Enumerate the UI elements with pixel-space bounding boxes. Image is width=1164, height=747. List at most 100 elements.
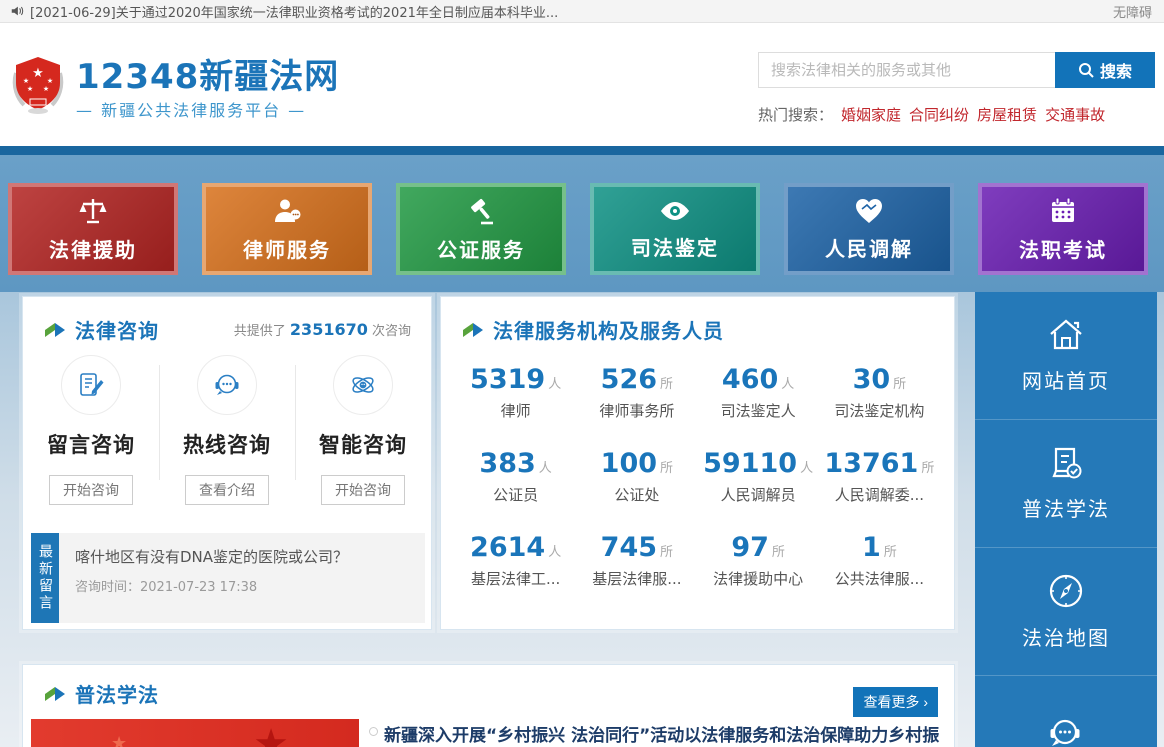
header-divider: [0, 146, 1164, 155]
hot-link-contract[interactable]: 合同纠纷: [909, 104, 969, 125]
ai-robot-icon: [333, 355, 393, 415]
search-input[interactable]: [758, 52, 1055, 88]
stat-legal-aid-centers: 97所法律援助中心: [698, 532, 819, 589]
timeline-dot: [369, 727, 378, 736]
hot-link-traffic[interactable]: 交通事故: [1045, 104, 1105, 125]
law-study-card: 普法学法 查看更多 › ★ ★ 新疆深入开展“乡村振兴 法治同行”活动以法律服务…: [22, 664, 955, 747]
hotline-headset-icon: [197, 355, 257, 415]
announcement-link[interactable]: [2021-06-29]关于通过2020年国家统一法律职业资格考试的2021年全…: [30, 2, 1113, 21]
justice-emblem-logo: ★ ★ ★ ★ ★: [8, 53, 68, 115]
sidebar-item-law-map[interactable]: 法治地图: [975, 548, 1157, 676]
tile-label: 公证服务: [437, 234, 525, 263]
stat-appraisers: 460人司法鉴定人: [698, 364, 819, 421]
page: [2021-06-29]关于通过2020年国家统一法律职业资格考试的2021年全…: [0, 0, 1164, 747]
ribbon-icon: [43, 321, 67, 339]
sidebar-item-label: 普法学法: [1022, 493, 1110, 522]
hotline-icon: [1046, 716, 1086, 747]
scales-icon: [78, 196, 108, 226]
site-title: 12348新疆法网: [76, 49, 339, 98]
svg-text:★: ★: [43, 85, 49, 93]
message-pen-icon: [61, 355, 121, 415]
sidebar-item-home[interactable]: 网站首页: [975, 292, 1157, 420]
service-band: 法律援助 律师服务 公证服务 司法鉴定: [0, 155, 1164, 292]
svg-text:★: ★: [32, 66, 44, 81]
sidebar-item-label: 网站首页: [1022, 365, 1110, 394]
tile-legal-aid[interactable]: 法律援助: [8, 183, 178, 275]
law-study-title: 普法学法: [75, 679, 159, 708]
sidebar-item-hotline[interactable]: [975, 676, 1157, 747]
channel-message: 留言咨询 开始咨询: [23, 355, 159, 505]
hot-search-label: 热门搜索：: [758, 104, 833, 125]
latest-message-body: 喀什地区有没有DNA鉴定的医院或公司？ 咨询时间：2021-07-23 17:3…: [59, 533, 425, 623]
lawyer-icon: [272, 196, 302, 226]
latest-question: 喀什地区有没有DNA鉴定的医院或公司？: [75, 546, 409, 567]
channel-hotline: 热线咨询 查看介绍: [159, 355, 295, 505]
star-decoration: ★: [111, 733, 127, 747]
news-thumbnail[interactable]: ★ ★: [31, 719, 359, 747]
law-study-header: 普法学法: [23, 665, 954, 708]
tile-label: 司法鉴定: [631, 232, 719, 261]
channel-label: 智能咨询: [319, 429, 407, 459]
latest-message-tab: 最新留言: [31, 533, 59, 623]
ribbon-icon: [461, 321, 485, 339]
stat-mediation-committees: 13761所人民调解委...: [819, 448, 940, 505]
view-hotline-intro-button[interactable]: 查看介绍: [185, 475, 269, 505]
handshake-icon: [854, 197, 884, 225]
star-decoration: ★: [253, 721, 289, 747]
org-stats-card: 法律服务机构及服务人员 5319人律师 526所律师事务所 460人司法鉴定人 …: [440, 296, 955, 630]
tile-law-exam[interactable]: 法职考试: [978, 183, 1148, 275]
tile-label: 人民调解: [825, 233, 913, 262]
stat-mediators: 59110人人民调解员: [698, 448, 819, 505]
channel-label: 热线咨询: [183, 429, 271, 459]
stat-notaries: 383人公证员: [455, 448, 576, 505]
stat-grassroots-workers: 2614人基层法律工...: [455, 532, 576, 589]
svg-text:★: ★: [47, 77, 53, 85]
search-button[interactable]: 搜索: [1055, 52, 1155, 88]
news-row: ★ ★ 新疆深入开展“乡村振兴 法治同行”活动以法律服务和法治保障助力乡村振兴: [31, 719, 944, 747]
tile-people-mediation[interactable]: 人民调解: [784, 183, 954, 275]
consultation-count-number: 2351670: [290, 320, 368, 339]
svg-text:★: ★: [23, 77, 29, 85]
stat-law-firms: 526所律师事务所: [576, 364, 697, 421]
announcement-bar: [2021-06-29]关于通过2020年国家统一法律职业资格考试的2021年全…: [0, 0, 1164, 23]
speaker-icon: [10, 4, 24, 18]
search-bar: 搜索: [758, 52, 1155, 88]
stats-grid: 5319人律师 526所律师事务所 460人司法鉴定人 30所司法鉴定机构 38…: [441, 344, 954, 589]
latest-time: 咨询时间：2021-07-23 17:38: [75, 576, 409, 595]
accessibility-toggle[interactable]: 无障碍: [1113, 2, 1152, 21]
site-header: ★ ★ ★ ★ ★ 12348新疆法网 — 新疆公共法律服务平台 — 搜索 热门…: [0, 23, 1164, 146]
site-subtitle: — 新疆公共法律服务平台 —: [76, 97, 306, 121]
channel-label: 留言咨询: [47, 429, 135, 459]
news-title-link[interactable]: 新疆深入开展“乡村振兴 法治同行”活动以法律服务和法治保障助力乡村振兴: [384, 721, 944, 747]
hot-search-row: 热门搜索： 婚姻家庭 合同纠纷 房屋租赁 交通事故: [758, 104, 1105, 125]
org-stats-header: 法律服务机构及服务人员: [441, 297, 954, 344]
stat-grassroots-offices: 745所基层法律服...: [576, 532, 697, 589]
tile-label: 法职考试: [1019, 234, 1107, 263]
home-icon: [1047, 317, 1085, 353]
view-more-button[interactable]: 查看更多 ›: [853, 687, 938, 717]
tile-notary-service[interactable]: 公证服务: [396, 183, 566, 275]
sidebar-item-law-study[interactable]: 普法学法: [975, 420, 1157, 548]
eye-icon: [659, 198, 691, 224]
consultation-count: 共提供了 2351670 次咨询: [234, 320, 411, 339]
tile-label: 法律援助: [49, 234, 137, 263]
hot-link-marriage[interactable]: 婚姻家庭: [841, 104, 901, 125]
ribbon-icon: [43, 685, 67, 703]
legal-consultation-card: 法律咨询 共提供了 2351670 次咨询 留言咨询 开始咨询 热线咨询 查看介…: [22, 296, 432, 630]
tile-judicial-appraisal[interactable]: 司法鉴定: [590, 183, 760, 275]
start-message-consult-button[interactable]: 开始咨询: [49, 475, 133, 505]
start-smart-consult-button[interactable]: 开始咨询: [321, 475, 405, 505]
consultation-header: 法律咨询 共提供了 2351670 次咨询: [23, 297, 431, 344]
sidebar-item-label: 法治地图: [1022, 622, 1110, 651]
compass-icon: [1047, 572, 1085, 610]
service-tiles: 法律援助 律师服务 公证服务 司法鉴定: [8, 183, 1156, 275]
search-icon: [1078, 62, 1094, 78]
consultation-channels: 留言咨询 开始咨询 热线咨询 查看介绍 智能咨询 开始咨询: [23, 355, 433, 505]
stat-notary-offices: 100所公证处: [576, 448, 697, 505]
hot-link-rental[interactable]: 房屋租赁: [977, 104, 1037, 125]
stat-public-service-centers: 1所公共法律服...: [819, 532, 940, 589]
calendar-icon: [1048, 196, 1078, 226]
gavel-icon: [466, 196, 496, 226]
tile-lawyer-service[interactable]: 律师服务: [202, 183, 372, 275]
stat-appraisal-orgs: 30所司法鉴定机构: [819, 364, 940, 421]
